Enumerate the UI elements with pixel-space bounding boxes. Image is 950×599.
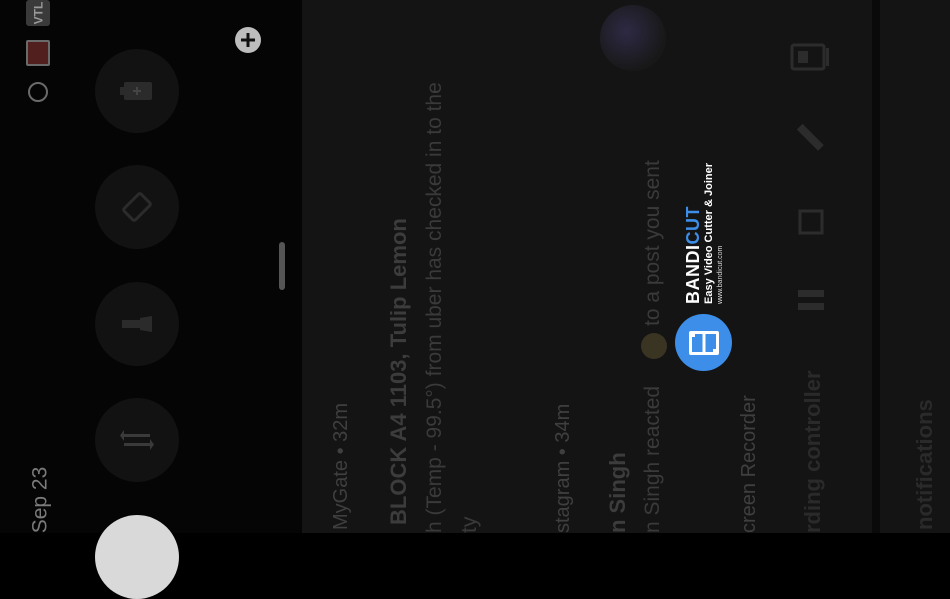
data-transfer-icon — [120, 430, 154, 450]
date-text: Sep 23 — [28, 466, 51, 534]
mygate-title[interactable]: BLOCK A4 1103, Tulip Lemon — [386, 218, 412, 525]
bandicut-branding: BANDICUT Easy Video Cutter & Joiner www.… — [683, 158, 743, 308]
volume-badge: VTL — [26, 0, 50, 26]
film-icon — [688, 330, 719, 355]
edge-divider — [872, 0, 880, 533]
add-tile-button[interactable] — [235, 27, 261, 53]
draw-button[interactable] — [788, 115, 834, 161]
mygate-body[interactable]: h (Temp - 99.5°) from uber has checked i… — [423, 82, 447, 533]
battery-icon — [120, 82, 152, 100]
record-settings-icon — [790, 43, 829, 71]
plus-icon — [241, 33, 255, 47]
instagram-body-pre[interactable]: n Singh reacted — [641, 386, 665, 533]
tile-auto-rotate[interactable] — [95, 165, 179, 249]
footer-label[interactable]: notifications — [912, 399, 938, 530]
mygate-meta: MyGate • 32m — [330, 402, 352, 530]
pause-icon — [798, 290, 824, 310]
status-date: Sep 23 — [10, 467, 70, 534]
tile-partial[interactable] — [95, 515, 179, 599]
pause-button[interactable] — [788, 277, 834, 323]
recorder-meta: creen Recorder — [738, 395, 760, 533]
flashlight-icon — [122, 316, 152, 332]
bandicut-logo — [675, 314, 732, 371]
reaction-emoji-icon — [641, 333, 667, 359]
alarm-icon — [28, 82, 48, 102]
tile-battery-saver[interactable] — [95, 49, 179, 133]
rotate-icon — [122, 192, 152, 222]
instagram-title[interactable]: n Singh — [605, 452, 631, 533]
instagram-body-post[interactable]: to a post you sent — [641, 160, 665, 326]
bandicut-tagline: Easy Video Cutter & Joiner — [703, 162, 715, 304]
recording-controller-title[interactable]: rding controller — [800, 370, 826, 533]
draw-pencil-icon — [796, 123, 824, 151]
stop-button[interactable] — [788, 199, 834, 245]
bandicut-wordmark: BANDICUT — [683, 206, 704, 304]
tile-flashlight[interactable] — [95, 282, 179, 366]
bandicut-brand-b: CUT — [683, 206, 703, 245]
volume-badge-label: VTL — [30, 1, 45, 25]
avatar[interactable] — [600, 5, 666, 71]
instagram-meta: stagram • 34m — [552, 403, 574, 533]
record-settings-button[interactable] — [788, 34, 834, 80]
screen-cast-icon — [26, 40, 50, 66]
stop-icon — [798, 209, 824, 235]
bandicut-url: www.bandicut.com — [717, 245, 724, 304]
mygate-body-cont: ty — [458, 516, 481, 533]
bandicut-brand-a: BANDI — [683, 244, 703, 305]
tile-mobile-data[interactable] — [95, 398, 179, 482]
shade-drag-handle[interactable] — [279, 242, 285, 290]
